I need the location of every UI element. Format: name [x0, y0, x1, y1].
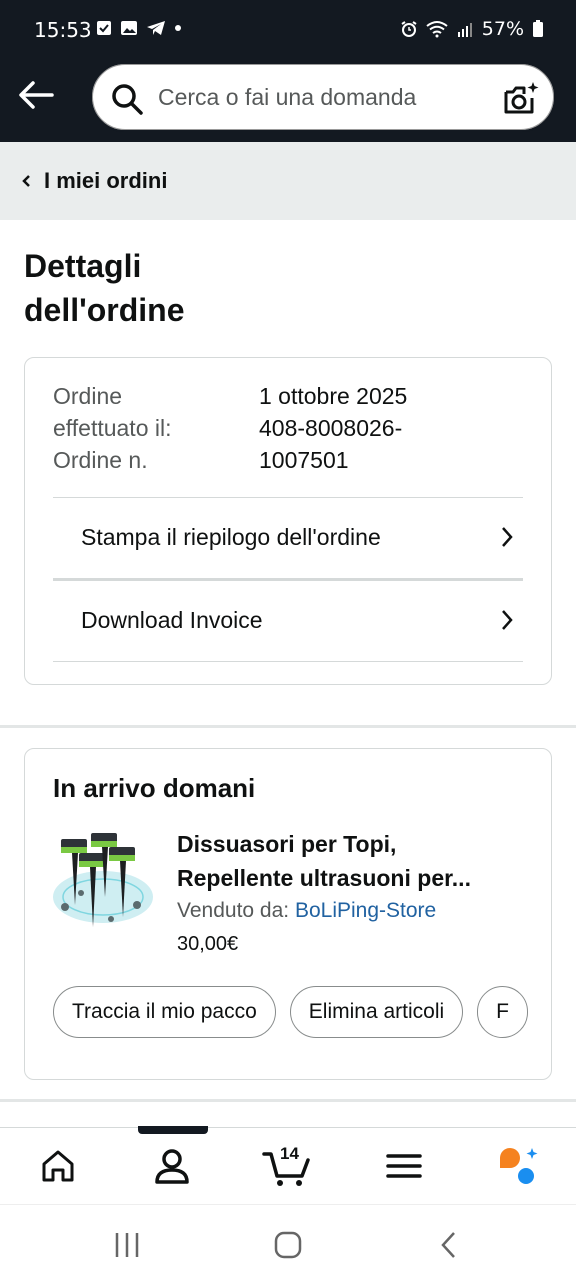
order-date-label-line2: effettuato il:	[53, 415, 172, 441]
shipment-title: In arrivo domani	[53, 773, 256, 803]
page-title: Dettagli dell'ordine	[24, 244, 324, 332]
section-separator	[0, 725, 576, 728]
order-number-value-line2: 1007501	[259, 447, 349, 473]
system-status: 57%	[400, 18, 544, 40]
print-summary-label: Stampa il riepilogo dell'ordine	[81, 523, 381, 550]
chevron-left-icon	[22, 175, 30, 187]
product-name-line1: Dissuasori per Topi,	[177, 831, 397, 857]
camera-search-icon[interactable]	[502, 80, 540, 118]
action-buttons-row[interactable]: Traccia il mio pacco Elimina articoli F	[53, 986, 531, 1038]
order-date-row: Ordine 1 ottobre 2025	[53, 380, 523, 412]
recent-apps-icon[interactable]	[112, 1229, 144, 1261]
chevron-right-icon	[502, 610, 513, 630]
order-date-label-line1: Ordine	[53, 383, 123, 409]
order-number-row: Ordine n. 1007501	[53, 444, 523, 476]
home-button-icon[interactable]	[272, 1229, 304, 1261]
track-package-button[interactable]: Traccia il mio pacco	[53, 986, 276, 1038]
cart-count: 14	[280, 1144, 299, 1163]
breadcrumb[interactable]: I miei ordini	[20, 168, 167, 194]
image-notification-icon	[121, 21, 137, 35]
section-separator	[0, 1099, 576, 1102]
page-title-line2: dell'ordine	[24, 292, 185, 328]
order-info-card: Ordine 1 ottobre 2025 effettuato il: 408…	[24, 357, 552, 685]
order-details: Ordine 1 ottobre 2025 effettuato il: 408…	[53, 380, 523, 476]
breadcrumb-label: I miei ordini	[44, 168, 168, 193]
battery-icon	[533, 20, 543, 37]
back-button-icon[interactable]	[434, 1229, 466, 1261]
search-placeholder: Cerca o fai una domanda	[158, 84, 417, 110]
status-bar: 15:53 57%	[0, 0, 576, 62]
seller-line: Venduto da: BoLiPing-Store	[177, 899, 436, 923]
breadcrumb-bar: I miei ordini	[0, 142, 576, 220]
checkbox-notification-icon	[97, 21, 111, 35]
divider	[53, 661, 523, 662]
account-icon[interactable]	[150, 1144, 194, 1188]
status-time: 15:53	[34, 18, 92, 42]
product-name[interactable]: Dissuasori per Topi, Repellente ultrasuo…	[177, 827, 527, 895]
order-number-label: Ordine n.	[53, 447, 148, 473]
bottom-nav: 14	[0, 1126, 576, 1203]
order-date-row-2: effettuato il: 408-8008026-	[53, 412, 523, 444]
print-summary-link[interactable]: Stampa il riepilogo dell'ordine	[53, 497, 523, 577]
seller-link[interactable]: BoLiPing-Store	[295, 899, 436, 922]
order-date-value: 1 ottobre 2025	[259, 383, 408, 409]
home-icon[interactable]	[36, 1144, 80, 1188]
menu-icon[interactable]	[382, 1144, 426, 1188]
dot-icon	[175, 25, 181, 31]
battery-percent: 57%	[481, 18, 524, 40]
seller-prefix: Venduto da:	[177, 899, 295, 922]
search-input[interactable]: Cerca o fai una domanda	[90, 62, 556, 132]
product-name-line2: Repellente ultrasuoni per...	[177, 865, 471, 891]
rufus-icon[interactable]	[496, 1144, 540, 1188]
product-price: 30,00€	[177, 933, 239, 955]
notification-icons	[96, 20, 182, 36]
more-action-button[interactable]: F	[477, 986, 528, 1038]
download-invoice-link[interactable]: Download Invoice	[53, 580, 523, 660]
search-header: Cerca o fai una domanda	[0, 62, 576, 142]
chevron-right-icon	[502, 527, 513, 547]
active-tab-indicator	[138, 1126, 208, 1134]
android-nav-bar	[0, 1204, 576, 1280]
back-arrow-icon[interactable]	[18, 80, 54, 110]
search-icon	[112, 84, 143, 115]
cancel-items-button[interactable]: Elimina articoli	[289, 986, 464, 1038]
product-image[interactable]	[51, 827, 155, 931]
shipment-card: In arrivo domani Dissuasori per Topi, Re…	[24, 748, 552, 1080]
order-number-value-line1: 408-8008026-	[259, 415, 403, 441]
wifi-icon	[426, 21, 448, 38]
page-title-line1: Dettagli	[24, 248, 142, 284]
alarm-icon	[401, 21, 417, 37]
telegram-icon	[147, 21, 165, 35]
download-invoice-label: Download Invoice	[81, 606, 263, 633]
signal-icon	[457, 23, 472, 37]
